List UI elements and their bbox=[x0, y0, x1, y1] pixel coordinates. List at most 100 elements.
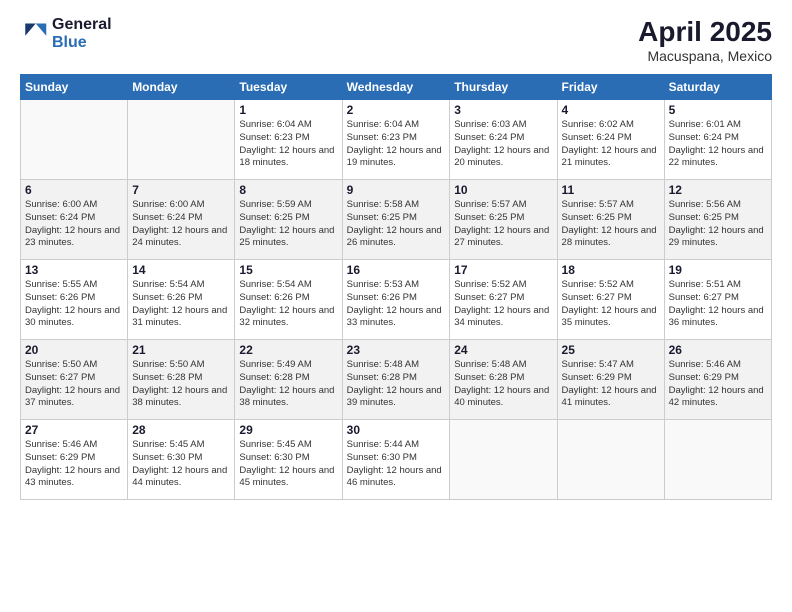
day-number: 29 bbox=[239, 423, 337, 437]
logo-text: General Blue bbox=[52, 16, 112, 51]
table-row: 14 Sunrise: 5:54 AMSunset: 6:26 PMDayligh… bbox=[128, 260, 235, 340]
day-number: 18 bbox=[562, 263, 660, 277]
day-number: 8 bbox=[239, 183, 337, 197]
table-row: 22Sunrise: 5:49 AMSunset: 6:28 PMDayligh… bbox=[235, 340, 342, 420]
table-row: 24 Sunrise: 5:48 AMSunset: 6:28 PMDayligh… bbox=[450, 340, 557, 420]
title-block: April 2025 Macuspana, Mexico bbox=[638, 16, 772, 64]
table-row: 26Sunrise: 5:46 AMSunset: 6:29 PMDayligh… bbox=[664, 340, 771, 420]
day-info: Sunrise: 6:02 AMSunset: 6:24 PMDaylight:… bbox=[562, 119, 660, 170]
day-number: 5 bbox=[669, 103, 767, 117]
header-wednesday: Wednesday bbox=[342, 75, 450, 100]
day-number: 30 bbox=[347, 423, 446, 437]
day-number: 28 bbox=[132, 423, 230, 437]
table-row: 7Sunrise: 6:00 AMSunset: 6:24 PMDaylight… bbox=[128, 180, 235, 260]
header: General Blue April 2025 Macuspana, Mexic… bbox=[20, 16, 772, 64]
table-row: 25Sunrise: 5:47 AMSunset: 6:29 PMDayligh… bbox=[557, 340, 664, 420]
day-number: 24 bbox=[454, 343, 552, 357]
table-row: 27 Sunrise: 5:46 AMSunset: 6:29 PMDayligh… bbox=[21, 420, 128, 500]
day-number: 3 bbox=[454, 103, 552, 117]
day-info: Sunrise: 5:48 AMSunset: 6:28 PMDaylight:… bbox=[347, 359, 446, 410]
page: General Blue April 2025 Macuspana, Mexic… bbox=[0, 0, 792, 612]
day-number: 15 bbox=[239, 263, 337, 277]
table-row bbox=[664, 420, 771, 500]
day-number: 14 bbox=[132, 263, 230, 277]
day-info: Sunrise: 6:04 AMSunset: 6:23 PMDaylight:… bbox=[347, 119, 446, 170]
day-info: Sunrise: 5:52 AMSunset: 6:27 PMDaylight:… bbox=[562, 279, 660, 330]
table-row: 17 Sunrise: 5:52 AMSunset: 6:27 PMDayligh… bbox=[450, 260, 557, 340]
table-row: 20 Sunrise: 5:50 AMSunset: 6:27 PMDayligh… bbox=[21, 340, 128, 420]
day-info: Sunrise: 5:57 AMSunset: 6:25 PMDaylight:… bbox=[454, 199, 552, 250]
day-info: Sunrise: 5:46 AMSunset: 6:29 PMDaylight:… bbox=[25, 439, 123, 490]
day-number: 9 bbox=[347, 183, 446, 197]
table-row: 15Sunrise: 5:54 AMSunset: 6:26 PMDayligh… bbox=[235, 260, 342, 340]
day-number: 7 bbox=[132, 183, 230, 197]
day-info: Sunrise: 5:45 AMSunset: 6:30 PMDaylight:… bbox=[239, 439, 337, 490]
calendar-week-row: 27 Sunrise: 5:46 AMSunset: 6:29 PMDayligh… bbox=[21, 420, 772, 500]
day-number: 20 bbox=[25, 343, 123, 357]
day-number: 21 bbox=[132, 343, 230, 357]
table-row: 4 Sunrise: 6:02 AMSunset: 6:24 PMDaylight… bbox=[557, 100, 664, 180]
day-number: 19 bbox=[669, 263, 767, 277]
header-friday: Friday bbox=[557, 75, 664, 100]
table-row: 30 Sunrise: 5:44 AMSunset: 6:30 PMDayligh… bbox=[342, 420, 450, 500]
day-info: Sunrise: 5:44 AMSunset: 6:30 PMDaylight:… bbox=[347, 439, 446, 490]
table-row: 10 Sunrise: 5:57 AMSunset: 6:25 PMDayligh… bbox=[450, 180, 557, 260]
table-row: 19Sunrise: 5:51 AMSunset: 6:27 PMDayligh… bbox=[664, 260, 771, 340]
day-info: Sunrise: 5:54 AMSunset: 6:26 PMDaylight:… bbox=[132, 279, 230, 330]
subtitle: Macuspana, Mexico bbox=[638, 48, 772, 64]
day-info: Sunrise: 5:52 AMSunset: 6:27 PMDaylight:… bbox=[454, 279, 552, 330]
table-row bbox=[128, 100, 235, 180]
table-row: 16Sunrise: 5:53 AMSunset: 6:26 PMDayligh… bbox=[342, 260, 450, 340]
header-thursday: Thursday bbox=[450, 75, 557, 100]
day-number: 23 bbox=[347, 343, 446, 357]
calendar: Sunday Monday Tuesday Wednesday Thursday… bbox=[20, 74, 772, 500]
day-number: 27 bbox=[25, 423, 123, 437]
table-row: 23 Sunrise: 5:48 AMSunset: 6:28 PMDayligh… bbox=[342, 340, 450, 420]
day-info: Sunrise: 5:56 AMSunset: 6:25 PMDaylight:… bbox=[669, 199, 767, 250]
logo-blue-text: Blue bbox=[52, 34, 112, 52]
calendar-week-row: 20 Sunrise: 5:50 AMSunset: 6:27 PMDayligh… bbox=[21, 340, 772, 420]
day-number: 10 bbox=[454, 183, 552, 197]
logo: General Blue bbox=[20, 16, 112, 51]
table-row bbox=[557, 420, 664, 500]
day-info: Sunrise: 6:00 AMSunset: 6:24 PMDaylight:… bbox=[25, 199, 123, 250]
day-info: Sunrise: 5:59 AMSunset: 6:25 PMDaylight:… bbox=[239, 199, 337, 250]
day-info: Sunrise: 6:04 AMSunset: 6:23 PMDaylight:… bbox=[239, 119, 337, 170]
calendar-week-row: 1 Sunrise: 6:04 AMSunset: 6:23 PMDaylight… bbox=[21, 100, 772, 180]
day-number: 26 bbox=[669, 343, 767, 357]
table-row: 8 Sunrise: 5:59 AMSunset: 6:25 PMDaylight… bbox=[235, 180, 342, 260]
day-number: 16 bbox=[347, 263, 446, 277]
table-row: 18 Sunrise: 5:52 AMSunset: 6:27 PMDayligh… bbox=[557, 260, 664, 340]
day-info: Sunrise: 5:50 AMSunset: 6:28 PMDaylight:… bbox=[132, 359, 230, 410]
day-number: 17 bbox=[454, 263, 552, 277]
header-sunday: Sunday bbox=[21, 75, 128, 100]
day-number: 12 bbox=[669, 183, 767, 197]
logo-general-text: General bbox=[52, 16, 112, 34]
calendar-header-row: Sunday Monday Tuesday Wednesday Thursday… bbox=[21, 75, 772, 100]
day-number: 22 bbox=[239, 343, 337, 357]
day-info: Sunrise: 5:45 AMSunset: 6:30 PMDaylight:… bbox=[132, 439, 230, 490]
day-number: 1 bbox=[239, 103, 337, 117]
table-row: 6 Sunrise: 6:00 AMSunset: 6:24 PMDaylight… bbox=[21, 180, 128, 260]
day-number: 2 bbox=[347, 103, 446, 117]
day-number: 4 bbox=[562, 103, 660, 117]
table-row: 2 Sunrise: 6:04 AMSunset: 6:23 PMDaylight… bbox=[342, 100, 450, 180]
day-info: Sunrise: 6:03 AMSunset: 6:24 PMDaylight:… bbox=[454, 119, 552, 170]
day-number: 6 bbox=[25, 183, 123, 197]
table-row bbox=[21, 100, 128, 180]
day-number: 25 bbox=[562, 343, 660, 357]
day-number: 13 bbox=[25, 263, 123, 277]
table-row: 9 Sunrise: 5:58 AMSunset: 6:25 PMDaylight… bbox=[342, 180, 450, 260]
day-info: Sunrise: 6:01 AMSunset: 6:24 PMDaylight:… bbox=[669, 119, 767, 170]
table-row bbox=[450, 420, 557, 500]
main-title: April 2025 bbox=[638, 16, 772, 48]
header-monday: Monday bbox=[128, 75, 235, 100]
table-row: 12 Sunrise: 5:56 AMSunset: 6:25 PMDayligh… bbox=[664, 180, 771, 260]
table-row: 13Sunrise: 5:55 AMSunset: 6:26 PMDayligh… bbox=[21, 260, 128, 340]
day-info: Sunrise: 5:48 AMSunset: 6:28 PMDaylight:… bbox=[454, 359, 552, 410]
day-info: Sunrise: 5:50 AMSunset: 6:27 PMDaylight:… bbox=[25, 359, 123, 410]
day-info: Sunrise: 5:57 AMSunset: 6:25 PMDaylight:… bbox=[562, 199, 660, 250]
day-info: Sunrise: 5:58 AMSunset: 6:25 PMDaylight:… bbox=[347, 199, 446, 250]
table-row: 29 Sunrise: 5:45 AMSunset: 6:30 PMDayligh… bbox=[235, 420, 342, 500]
logo-icon bbox=[20, 20, 48, 48]
